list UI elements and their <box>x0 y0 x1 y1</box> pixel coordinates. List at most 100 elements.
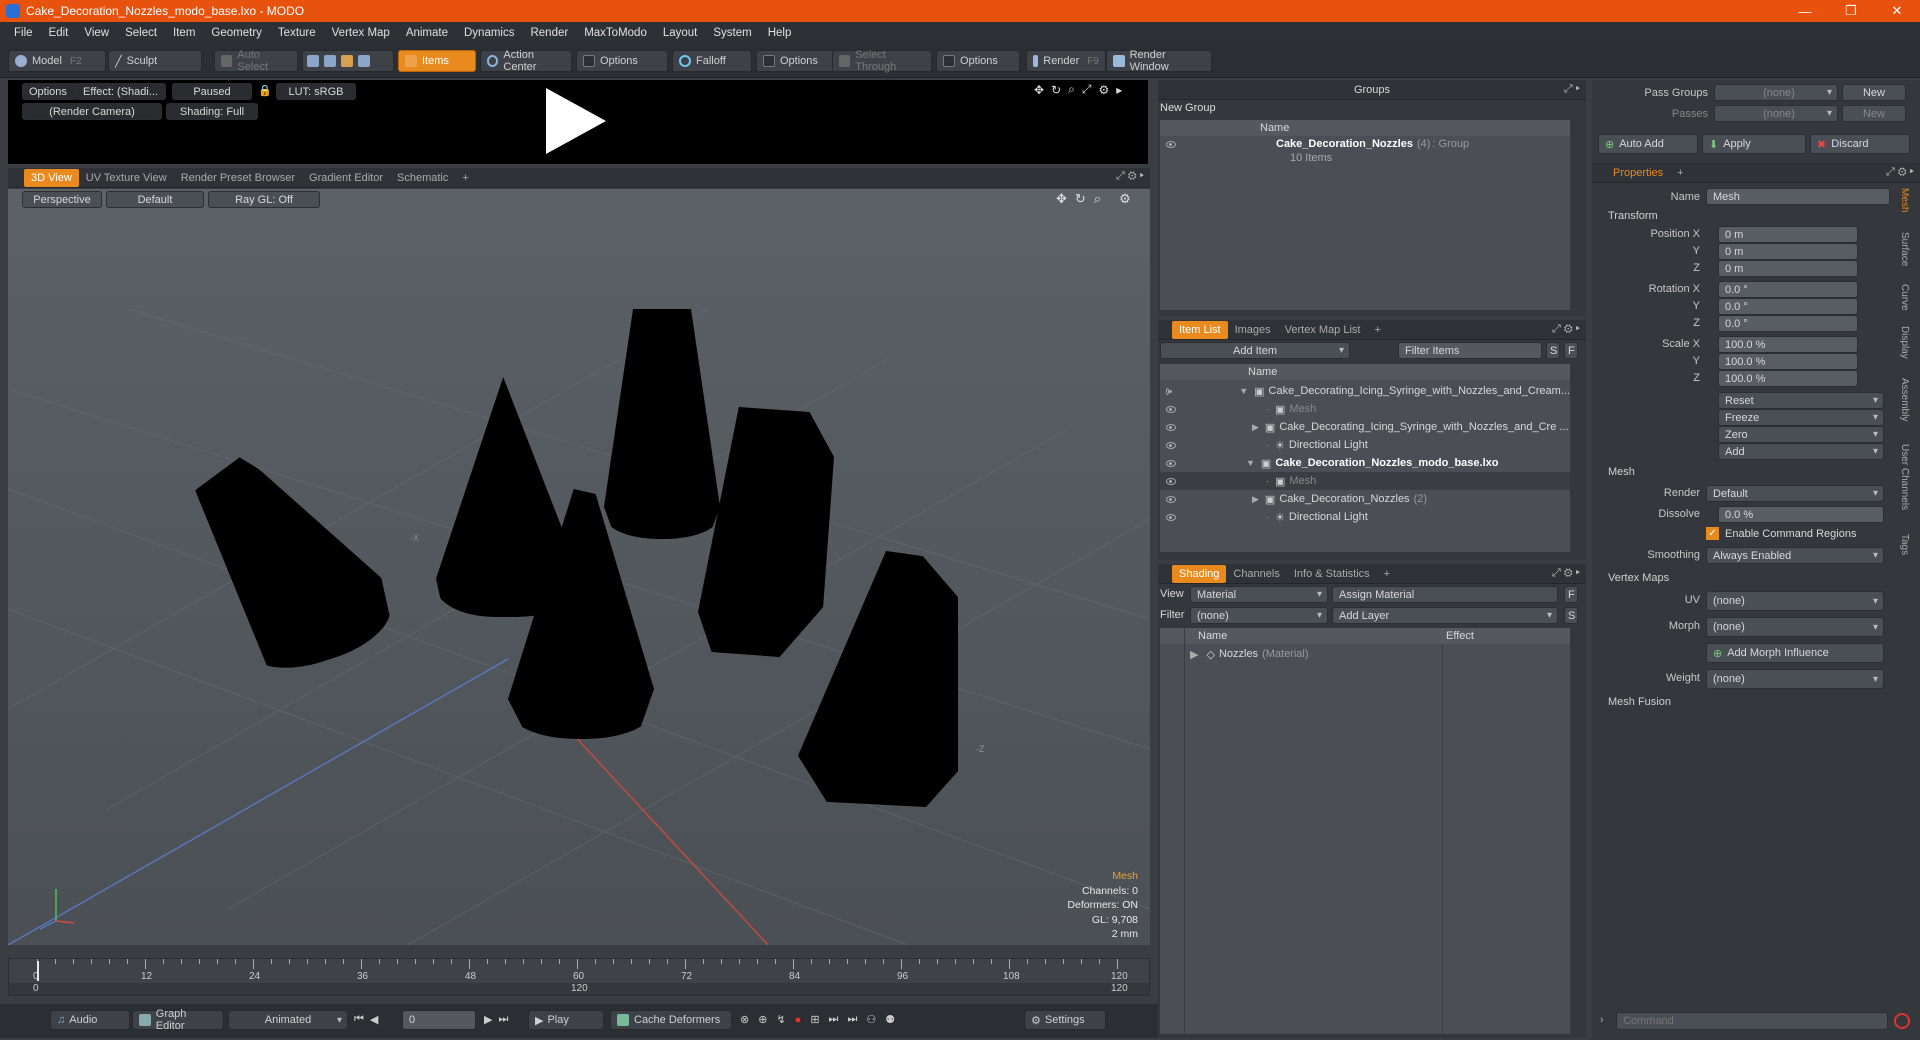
tab-channels[interactable]: Channels <box>1226 565 1286 583</box>
play-button[interactable]: ▶ Play <box>528 1010 604 1030</box>
menu-dynamics[interactable]: Dynamics <box>456 27 522 39</box>
close-button[interactable]: ✕ <box>1874 0 1920 22</box>
new-pass-group-button[interactable]: New <box>1842 84 1906 101</box>
side-tab-surface[interactable]: Surface <box>1896 232 1910 266</box>
tab-vertex-map-list[interactable]: Vertex Map List <box>1278 321 1368 339</box>
playhead[interactable] <box>37 961 39 981</box>
maximize-button[interactable]: ❐ <box>1828 0 1874 22</box>
tab-gradient-editor[interactable]: Gradient Editor <box>302 169 390 187</box>
mesh-section[interactable]: Mesh <box>1608 466 1635 478</box>
apply-button[interactable]: ⬇ Apply <box>1702 134 1806 154</box>
menu-vertex-map[interactable]: Vertex Map <box>324 27 398 39</box>
discard-button[interactable]: ✖ Discard <box>1810 134 1910 154</box>
edges-mode-icon[interactable] <box>324 55 336 67</box>
render-button[interactable]: Render F9 <box>1026 50 1106 72</box>
item-list-row[interactable]: ▶ ▣ Cake_Decoration_Nozzles (2) <box>1160 490 1570 508</box>
visibility-icon[interactable] <box>1166 140 1176 148</box>
preview-effect-dropdown[interactable]: Effect: (Shadi... <box>76 83 166 100</box>
scale-y-input[interactable]: 100.0 % <box>1718 353 1858 370</box>
perspective-dropdown[interactable]: Perspective <box>22 191 102 208</box>
position-x-input[interactable]: 0 m <box>1718 226 1858 243</box>
render-dropdown[interactable]: Default <box>1706 485 1884 502</box>
viewport-gear-icon[interactable]: ⚙ <box>1119 191 1131 207</box>
record-icon[interactable]: ● <box>795 1014 802 1026</box>
polygons-mode-icon[interactable] <box>341 55 353 67</box>
assign-material-button[interactable]: Assign Material <box>1332 586 1558 603</box>
menu-maxtomodo[interactable]: MaxToModo <box>576 27 655 39</box>
zoom-icon[interactable]: ⌕ <box>1094 191 1101 207</box>
visibility-icon[interactable] <box>1166 387 1173 395</box>
passes-dropdown[interactable]: (none) <box>1714 105 1838 122</box>
menu-item[interactable]: Item <box>165 27 203 39</box>
shader-row-nozzles[interactable]: ▶ ◇ Nozzles (Material) <box>1190 646 1309 662</box>
select-through-button[interactable]: Select Through <box>832 49 932 73</box>
panel-controls[interactable]: ⤢ ⚙ ▸ <box>1552 323 1580 336</box>
panel-controls[interactable]: ⤢ ⚙ ▸ <box>1552 567 1580 580</box>
sculpt-button[interactable]: ╱ Sculpt <box>108 50 202 72</box>
vertices-mode-icon[interactable] <box>307 55 319 67</box>
visibility-icon[interactable] <box>1166 441 1176 449</box>
visibility-icon[interactable] <box>1166 405 1176 413</box>
enable-command-regions-checkbox[interactable]: ✓ Enable Command Regions <box>1706 527 1856 540</box>
name-input[interactable]: Mesh <box>1706 188 1890 205</box>
go-to-start-icon[interactable]: ⏮ <box>354 1013 364 1026</box>
menu-select[interactable]: Select <box>117 27 165 39</box>
menu-geometry[interactable]: Geometry <box>203 27 270 39</box>
transform-section[interactable]: Transform <box>1608 210 1658 222</box>
search-f-button[interactable]: F <box>1564 342 1578 359</box>
tab-uv-texture-view[interactable]: UV Texture View <box>79 169 174 187</box>
expand-arrow-icon[interactable]: ▼ <box>1239 386 1248 396</box>
filter-items-input[interactable]: Filter Items <box>1398 342 1542 359</box>
item-list-row[interactable]: · ▣ Mesh <box>1160 472 1570 490</box>
expand-arrow-icon[interactable]: ▶ <box>1252 422 1259 433</box>
action-center-options-button[interactable]: Options <box>576 50 668 72</box>
add-tab-button[interactable]: + <box>455 169 475 187</box>
3d-viewport[interactable]: Perspective Default Ray GL: Off ✥ ↻ ⌕ ⚙ -X … <box>8 189 1150 945</box>
menu-animate[interactable]: Animate <box>398 27 456 39</box>
smoothing-dropdown[interactable]: Always Enabled <box>1706 547 1884 564</box>
shading-s-button[interactable]: S <box>1564 607 1578 624</box>
rotate-icon[interactable]: ↻ <box>1051 83 1061 97</box>
expand-arrow-icon[interactable]: · <box>1266 512 1269 522</box>
menu-layout[interactable]: Layout <box>655 27 706 39</box>
add-tab-button[interactable]: + <box>1670 164 1690 182</box>
freeze-dropdown[interactable]: Freeze <box>1718 409 1884 426</box>
filter-dropdown[interactable]: (none) <box>1190 607 1328 624</box>
menu-system[interactable]: System <box>705 27 759 39</box>
items-mode-button[interactable]: Items <box>398 50 476 72</box>
key-icon[interactable]: ↯ <box>776 1013 785 1026</box>
raygl-dropdown[interactable]: Ray GL: Off <box>208 191 320 208</box>
key-icon[interactable]: ⏭ <box>847 1013 857 1026</box>
auto-add-button[interactable]: ⊕ Auto Add <box>1598 134 1698 154</box>
action-center-button[interactable]: Action Center <box>480 49 572 73</box>
key-icon[interactable]: ⏭ <box>829 1013 839 1026</box>
view-dropdown[interactable]: Material <box>1190 586 1328 603</box>
expand-icon[interactable]: ⤢ ▸ <box>1564 83 1580 96</box>
zoom-icon[interactable]: ⌕ <box>1068 82 1075 97</box>
menu-file[interactable]: File <box>6 27 41 39</box>
timeline[interactable]: 0 12 24 36 48 60 72 84 96 108 120 0 120 … <box>8 958 1150 996</box>
uv-dropdown[interactable]: (none) <box>1706 591 1884 611</box>
gear-icon[interactable]: ⚙ <box>1098 83 1109 97</box>
shading-style-dropdown[interactable]: Default <box>106 191 204 208</box>
tab-item-list[interactable]: Item List <box>1172 320 1228 339</box>
key-icon[interactable]: ⚉ <box>885 1013 895 1026</box>
new-pass-button[interactable]: New <box>1842 105 1906 122</box>
item-list-row[interactable]: · ☀ Directional Light <box>1160 436 1570 454</box>
panel-controls[interactable]: ⤢ ⚙ ▸ <box>1886 166 1914 179</box>
settings-button[interactable]: ⚙ Settings <box>1024 1010 1106 1030</box>
side-tab-user-channels[interactable]: User Channels <box>1896 444 1910 510</box>
group-row[interactable]: Cake_Decoration_Nozzles (4) : Group <box>1160 136 1570 152</box>
falloff-button[interactable]: Falloff <box>672 50 752 72</box>
expand-icon[interactable]: ▸ <box>1116 83 1122 97</box>
model-button[interactable]: Model F2 <box>8 50 106 72</box>
pass-groups-dropdown[interactable]: (none) <box>1714 84 1838 101</box>
add-morph-influence-button[interactable]: ⊕ Add Morph Influence <box>1706 643 1884 663</box>
tab-images[interactable]: Images <box>1228 321 1278 339</box>
auto-select-button[interactable]: Auto Select <box>214 49 298 73</box>
side-tab-curve[interactable]: Curve <box>1896 284 1910 311</box>
expand-arrow-icon[interactable]: ▼ <box>1246 458 1255 468</box>
expand-arrow-icon[interactable]: · <box>1266 404 1269 414</box>
tab-3d-view[interactable]: 3D View <box>24 168 79 187</box>
key-icon[interactable]: ⊗ <box>740 1013 749 1026</box>
